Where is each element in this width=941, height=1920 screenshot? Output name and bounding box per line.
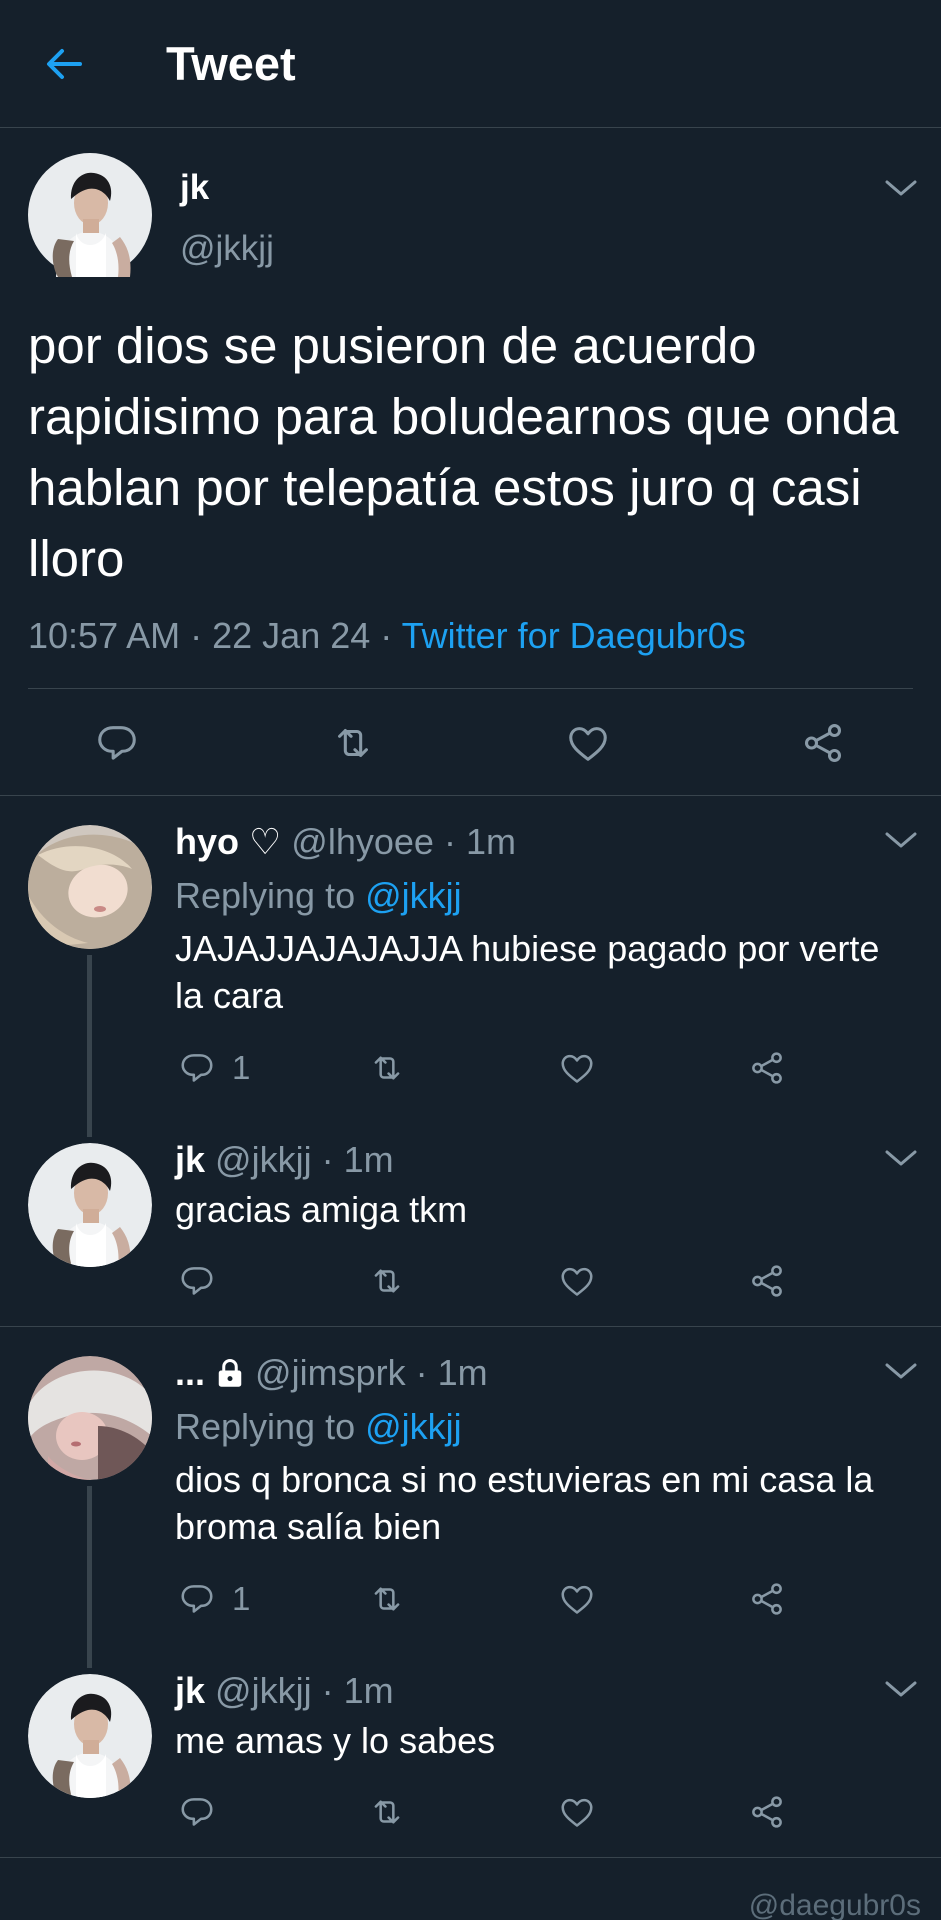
chevron-down-icon[interactable]: [884, 1148, 918, 1168]
main-tweet-text: por dios se pusieron de acuerdo rapidisi…: [28, 317, 899, 587]
like-icon[interactable]: [558, 1049, 596, 1087]
reply-icon[interactable]: [94, 720, 140, 766]
top-bar: Tweet: [0, 0, 941, 128]
chevron-down-icon[interactable]: [884, 178, 918, 198]
reply-header: hyo ♡ @lhyoee · 1m: [175, 820, 516, 864]
main-tweet-author-name[interactable]: jk: [180, 167, 209, 209]
reply-text: gracias amiga tkm: [175, 1189, 468, 1230]
tweet-date: 22 Jan 24: [212, 615, 371, 656]
back-arrow-icon[interactable]: [40, 40, 88, 88]
reply-icon[interactable]: [178, 1262, 216, 1300]
reply-icon[interactable]: [178, 1793, 216, 1831]
replying-to: Replying to @jkkjj: [175, 1405, 462, 1449]
reply-text: JAJAJJAJAJAJJA hubiese pagado por verte …: [175, 928, 880, 1016]
reply-avatar[interactable]: [28, 825, 152, 949]
reply-time: 1m: [437, 1352, 488, 1393]
meta-separator: ·: [321, 1139, 334, 1180]
reply-avatar[interactable]: [28, 1143, 152, 1267]
share-icon[interactable]: [800, 720, 846, 766]
reply-avatar[interactable]: [28, 1674, 152, 1798]
chevron-down-icon[interactable]: [884, 830, 918, 850]
retweet-icon[interactable]: [330, 720, 376, 766]
like-icon[interactable]: [565, 720, 611, 766]
reply-author-name[interactable]: hyo ♡: [175, 821, 281, 862]
thread-line: [87, 955, 92, 1137]
retweet-icon[interactable]: [368, 1049, 406, 1087]
divider: [0, 1857, 941, 1858]
share-icon[interactable]: [748, 1262, 786, 1300]
replying-to: Replying to @jkkjj: [175, 874, 462, 918]
reply-time: 1m: [343, 1139, 394, 1180]
main-tweet-meta: 10:57 AM · 22 Jan 24 · Twitter for Daegu…: [28, 612, 746, 660]
reply-author-handle[interactable]: @jimsprk: [255, 1352, 406, 1393]
divider: [0, 795, 941, 796]
reply-header: ... @jimsprk · 1m: [175, 1351, 488, 1395]
lock-icon: [218, 1359, 242, 1387]
tweet-source-link[interactable]: Twitter for Daegubr0s: [402, 615, 746, 656]
like-icon[interactable]: [558, 1793, 596, 1831]
reply-author-name[interactable]: jk: [175, 1139, 205, 1180]
share-icon[interactable]: [748, 1580, 786, 1618]
meta-separator: ·: [321, 1670, 334, 1711]
reply-text: me amas y lo sabes: [175, 1720, 496, 1761]
replying-to-label: Replying to: [175, 875, 356, 916]
main-tweet-action-bar: [0, 706, 941, 780]
reply-author-handle[interactable]: @jkkjj: [215, 1670, 312, 1711]
chevron-down-icon[interactable]: [884, 1361, 918, 1381]
divider: [28, 688, 913, 689]
share-icon[interactable]: [748, 1049, 786, 1087]
like-icon[interactable]: [558, 1580, 596, 1618]
tweet-time: 10:57 AM: [28, 615, 181, 656]
retweet-icon[interactable]: [368, 1793, 406, 1831]
page-title: Tweet: [166, 37, 296, 90]
reply-text: dios q bronca si no estuvieras en mi cas…: [175, 1459, 874, 1547]
meta-separator: ·: [443, 821, 456, 862]
thread-line: [87, 1486, 92, 1668]
reply-icon[interactable]: [178, 1580, 216, 1618]
reply-avatar[interactable]: [28, 1356, 152, 1480]
reply-author-name[interactable]: ...: [175, 1352, 205, 1393]
reply-icon[interactable]: [178, 1049, 216, 1087]
reply-header: jk @jkkjj · 1m: [175, 1669, 394, 1713]
meta-separator: ·: [190, 615, 203, 656]
reply-header: jk @jkkjj · 1m: [175, 1138, 394, 1182]
retweet-icon[interactable]: [368, 1580, 406, 1618]
share-icon[interactable]: [748, 1793, 786, 1831]
chevron-down-icon[interactable]: [884, 1679, 918, 1699]
replying-to-handle[interactable]: @jkkjj: [365, 875, 462, 916]
replying-to-handle[interactable]: @jkkjj: [365, 1406, 462, 1447]
reply-author-name[interactable]: jk: [175, 1670, 205, 1711]
reply-count: 1: [232, 1580, 251, 1617]
reply-time: 1m: [465, 821, 516, 862]
like-icon[interactable]: [558, 1262, 596, 1300]
reply-count: 1: [232, 1049, 251, 1086]
replying-to-label: Replying to: [175, 1406, 356, 1447]
retweet-icon[interactable]: [368, 1262, 406, 1300]
meta-separator: ·: [380, 615, 393, 656]
main-tweet-author-handle[interactable]: @jkkjj: [180, 228, 274, 270]
main-tweet-avatar[interactable]: [28, 153, 152, 277]
reply-time: 1m: [343, 1670, 394, 1711]
reply-author-handle[interactable]: @lhyoee: [291, 821, 434, 862]
meta-separator: ·: [415, 1352, 428, 1393]
watermark: @daegubr0s: [748, 1889, 921, 1920]
reply-author-handle[interactable]: @jkkjj: [215, 1139, 312, 1180]
divider: [0, 1326, 941, 1327]
